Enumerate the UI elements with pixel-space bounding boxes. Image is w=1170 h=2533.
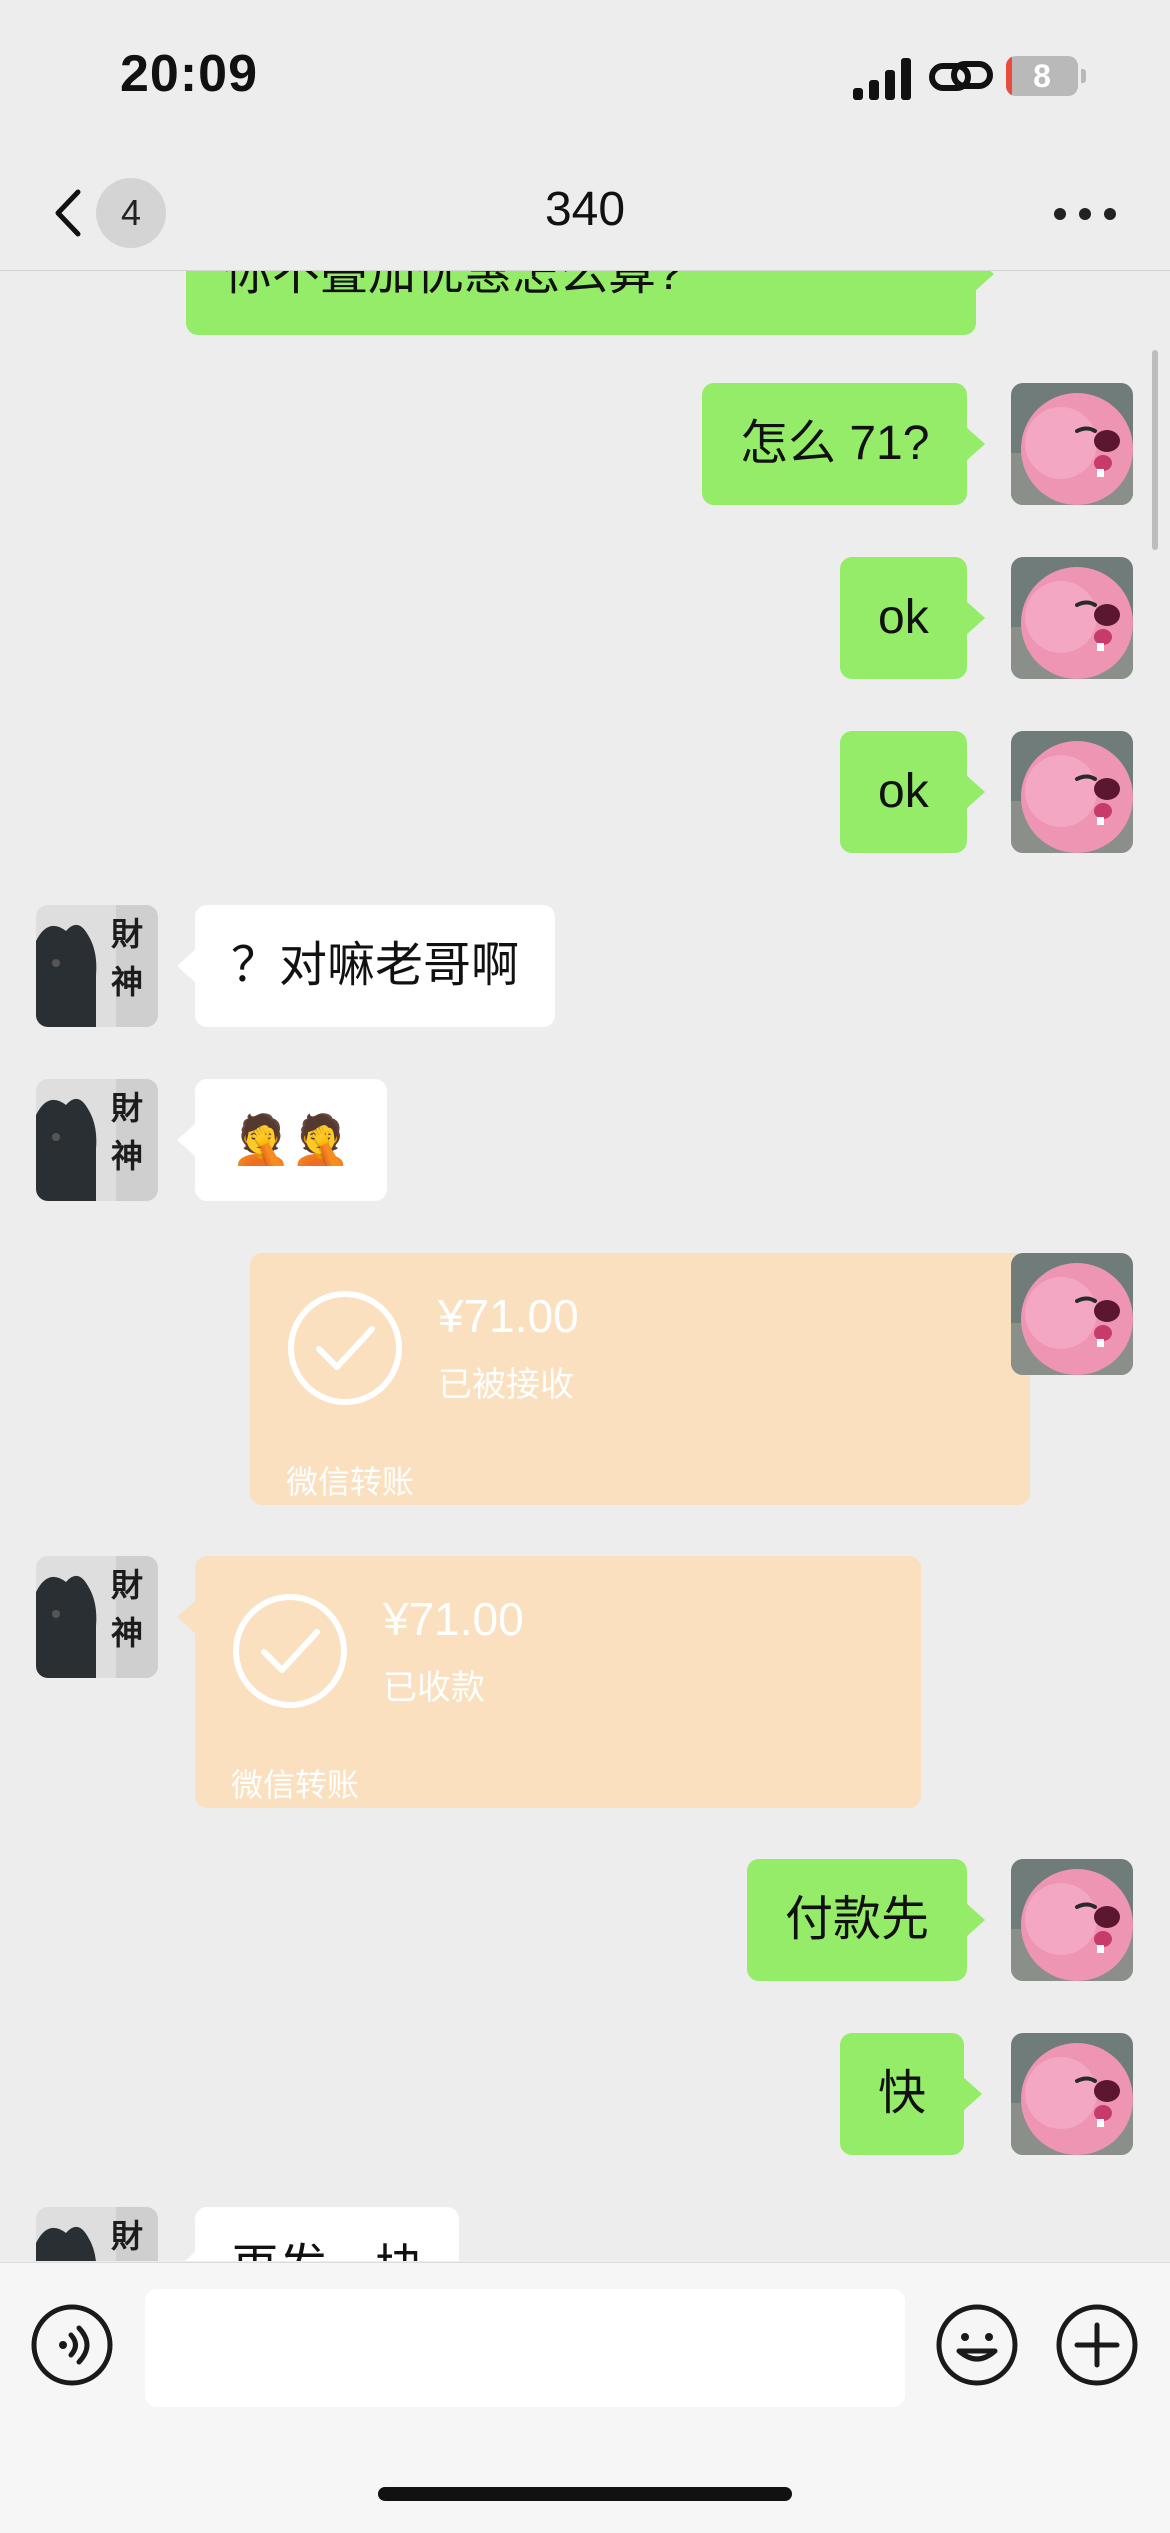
my-avatar[interactable] (1011, 2033, 1133, 2155)
message-bubble-sent[interactable]: ok (840, 731, 985, 853)
transfer-label: 微信转账 (231, 1767, 360, 1803)
message-text: 你不叠加优惠怎么算? (224, 271, 683, 300)
message-text: ？对嘛老哥啊 (231, 939, 520, 992)
message-text: ok (878, 765, 929, 818)
transfer-status: 已被接收 (438, 1366, 574, 1404)
more-options-button[interactable] (1050, 188, 1120, 238)
check-circle-icon (233, 1594, 347, 1708)
message-input[interactable] (145, 2289, 905, 2407)
transfer-status: 已收款 (383, 1669, 485, 1707)
message-bubble-sent[interactable]: 快 (840, 2033, 983, 2155)
transfer-amount: ¥71.00 (383, 1593, 524, 1645)
voice-icon[interactable] (30, 2303, 114, 2387)
scrollbar-thumb[interactable] (1152, 350, 1158, 550)
message-text: 怎么 71? (740, 417, 930, 470)
contact-avatar[interactable] (36, 1079, 158, 1201)
status-time: 20:09 (120, 45, 258, 103)
unread-count-badge: 4 (96, 178, 166, 248)
battery-icon: 8 (1006, 56, 1086, 96)
transfer-card-sent[interactable]: ¥71.00 已被接收 微信转账 (250, 1253, 1048, 1505)
more-icon (1054, 208, 1066, 220)
home-indicator[interactable] (378, 2487, 792, 2501)
input-bar (0, 2262, 1170, 2533)
back-button[interactable]: 4 (40, 178, 180, 248)
message-bubble-sent[interactable]: ok (840, 557, 985, 679)
message-bubble-received[interactable]: 再发一块 (176, 2207, 460, 2261)
emoji-icon[interactable] (935, 2303, 1019, 2387)
cellular-signal-icon (853, 56, 915, 100)
my-avatar[interactable] (1011, 1253, 1133, 1375)
my-avatar[interactable] (1011, 383, 1133, 505)
personal-hotspot-icon (929, 61, 993, 91)
battery-level: 8 (1033, 58, 1051, 94)
plus-icon[interactable] (1055, 2303, 1139, 2387)
transfer-card-received[interactable]: ¥71.00 已收款 微信转账 (177, 1556, 921, 1808)
message-text: ok (878, 591, 929, 644)
message-list[interactable]: 你不叠加优惠怎么算? 怎么 71? ok ok ？对嘛老哥啊 🤦🤦 ¥71.00… (0, 271, 1170, 2261)
contact-avatar[interactable] (36, 1556, 158, 1678)
contact-avatar[interactable] (36, 905, 158, 1027)
message-bubble-received[interactable]: 🤦🤦 (177, 1079, 387, 1201)
message-text: 付款先 (785, 1893, 930, 1946)
transfer-label: 微信转账 (286, 1464, 415, 1500)
transfer-amount: ¥71.00 (438, 1290, 579, 1342)
check-circle-icon (288, 1291, 402, 1405)
emoji-message: 🤦🤦 (231, 1112, 351, 1168)
message-bubble-sent[interactable]: 你不叠加优惠怎么算? (186, 271, 994, 335)
my-avatar[interactable] (1011, 557, 1133, 679)
message-text: 快 (878, 2067, 927, 2120)
message-bubble-sent[interactable]: 怎么 71? (702, 383, 986, 505)
my-avatar[interactable] (1011, 1859, 1133, 1981)
chevron-left-icon (55, 189, 81, 237)
chat-header: 4 340 (0, 150, 1170, 271)
my-avatar[interactable] (1011, 731, 1133, 853)
message-bubble-received[interactable]: ？对嘛老哥啊 (176, 905, 556, 1027)
contact-avatar[interactable] (36, 2207, 158, 2261)
message-bubble-sent[interactable]: 付款先 (747, 1859, 986, 1981)
status-bar: 20:09 8 (0, 0, 1170, 150)
message-text: 再发一块 (231, 2241, 423, 2261)
